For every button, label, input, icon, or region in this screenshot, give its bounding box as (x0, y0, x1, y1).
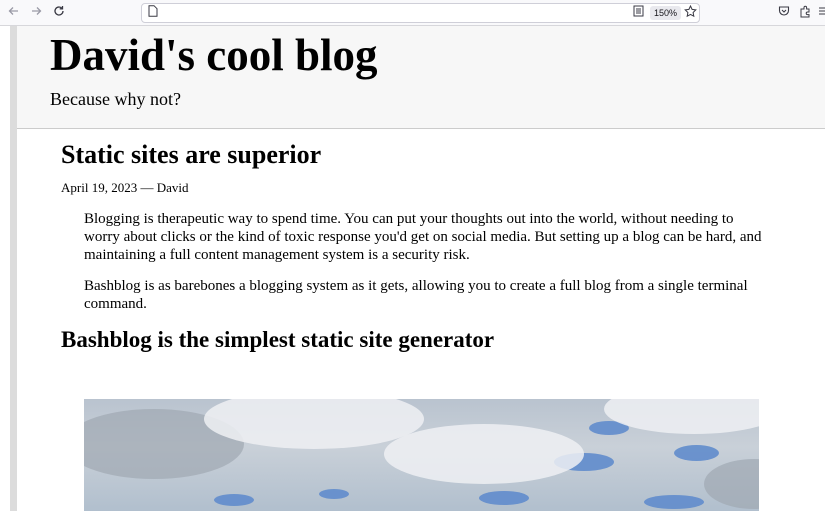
back-arrow-icon[interactable] (6, 5, 22, 21)
blog-tagline: Because why not? (50, 89, 181, 109)
extensions-icon[interactable] (797, 5, 813, 21)
web-page: David's cool blog Because why not? Stati… (0, 26, 825, 511)
zoom-level-badge[interactable]: 150% (650, 6, 682, 20)
bookmark-star-icon[interactable] (682, 4, 698, 21)
pocket-icon[interactable] (776, 5, 792, 21)
post-image-sky (84, 399, 759, 511)
left-border-bar (10, 26, 17, 511)
menu-icon[interactable] (815, 5, 825, 21)
post-title[interactable]: Static sites are superior (61, 140, 321, 170)
post-subheading: Bashblog is the simplest static site gen… (61, 327, 495, 352)
post-paragraph: Blogging is therapeutic way to spend tim… (84, 211, 762, 263)
url-bar[interactable]: 150% (141, 3, 700, 23)
post-meta: April 19, 2023 — David (61, 180, 189, 195)
reader-view-icon[interactable] (630, 5, 646, 21)
left-margin (0, 26, 10, 511)
forward-arrow-icon[interactable] (28, 5, 44, 21)
blog-header: David's cool blog Because why not? (17, 26, 825, 129)
blog-title[interactable]: David's cool blog (50, 29, 378, 81)
post-paragraph: Bashblog is as barebones a blogging syst… (84, 278, 748, 312)
reload-icon[interactable] (51, 5, 67, 21)
browser-toolbar: 150% (0, 0, 825, 26)
page-icon (145, 5, 161, 21)
